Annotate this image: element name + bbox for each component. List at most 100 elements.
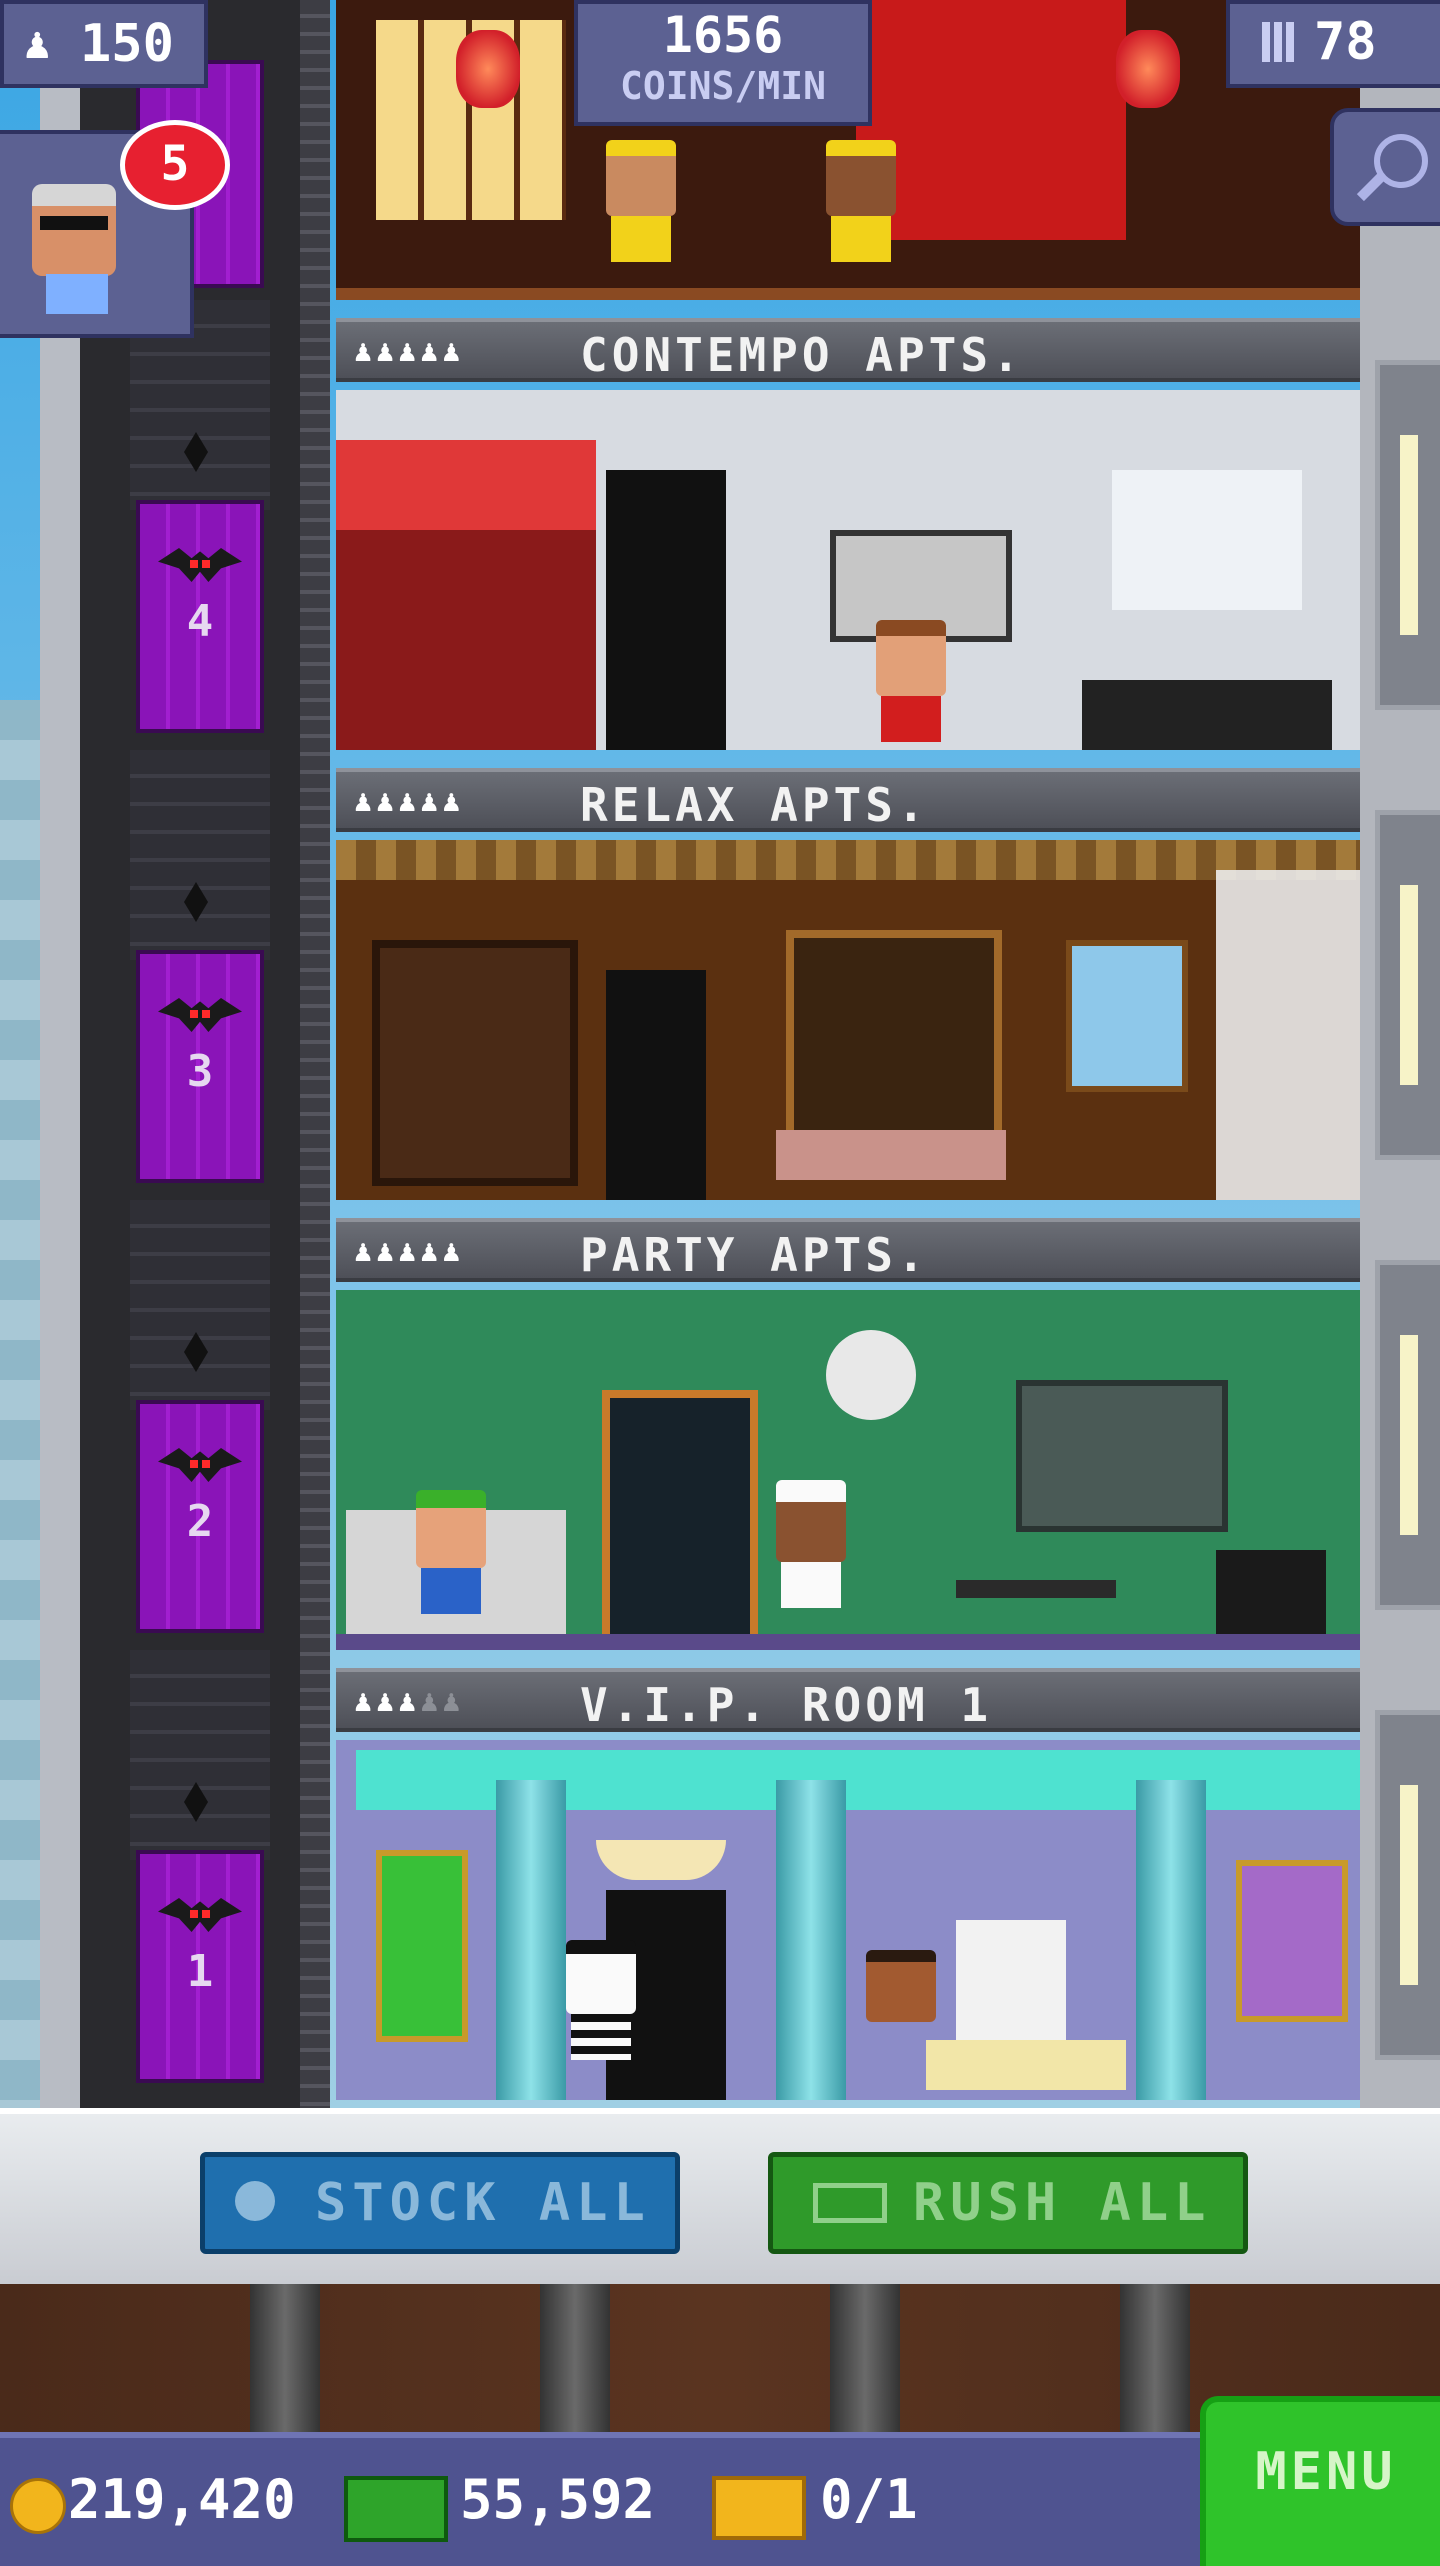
- bat-eye: [202, 1910, 210, 1918]
- curtain: [1216, 870, 1360, 1200]
- floor-counter[interactable]: 78: [1226, 0, 1440, 88]
- floor-trim: [336, 1634, 1360, 1650]
- bat-eye: [202, 1010, 210, 1018]
- shaft-rail: [300, 0, 330, 2110]
- wall-panel: [336, 530, 596, 750]
- visitor-avatar: [32, 184, 116, 276]
- menu-button[interactable]: MENU: [1200, 2396, 1440, 2566]
- population-value: 150: [80, 14, 174, 74]
- floor-name: RELAX APTS.: [580, 778, 929, 832]
- search-button[interactable]: [1330, 108, 1440, 226]
- tv: [1016, 1380, 1228, 1532]
- painting: [1236, 1860, 1348, 2022]
- window: [1066, 940, 1188, 1092]
- visitor-count-badge: 5: [120, 120, 230, 210]
- resident-character[interactable]: [566, 1940, 636, 2060]
- floor-vip-room[interactable]: [336, 1740, 1360, 2100]
- lantern-icon: [1116, 30, 1180, 108]
- bux-icon: [344, 2476, 448, 2542]
- floor-label-vip[interactable]: ♟♟♟♟♟ V.I.P. ROOM 1: [336, 1668, 1360, 1732]
- stock-all-label: STOCK ALL: [315, 2173, 651, 2233]
- elevator-car-floor-4[interactable]: 4: [136, 500, 264, 733]
- floor-name: PARTY APTS.: [580, 1228, 929, 1282]
- painting: [376, 1850, 468, 2042]
- bux-value: 55,592: [460, 2468, 656, 2531]
- bed: [776, 1130, 1006, 1180]
- tickets-value: 0/1: [820, 2468, 918, 2531]
- action-bar: STOCK ALL RUSH ALL: [0, 2108, 1440, 2290]
- magnifier-handle: [1356, 172, 1386, 202]
- bat-icon: [158, 548, 242, 582]
- tower-window: [1375, 1710, 1440, 2060]
- dragon-tapestry: [856, 0, 1126, 240]
- bat-eye: [190, 1460, 198, 1468]
- statue-pedestal: [926, 2040, 1126, 2090]
- rush-all-label: RUSH ALL: [913, 2173, 1212, 2233]
- bat-eye: [202, 1460, 210, 1468]
- shelf: [1112, 470, 1302, 610]
- lobby-pillar: [830, 2284, 900, 2440]
- floor-label-party[interactable]: ♟♟♟♟♟ PARTY APTS.: [336, 1218, 1360, 1282]
- coins-per-min-unit: COINS/MIN: [620, 64, 826, 108]
- resident-character[interactable]: [606, 140, 676, 262]
- floor-trim: [336, 288, 1360, 300]
- red-panel: [336, 440, 596, 530]
- shaft-wall-segment: [130, 1200, 270, 1410]
- resident-character[interactable]: [866, 1950, 936, 2022]
- building-icon: [1262, 22, 1298, 62]
- tower-window: [1375, 810, 1440, 1160]
- sunglasses-icon: [40, 216, 108, 230]
- dj-deck: [1216, 1550, 1326, 1640]
- coin-rate-display: 1656 COINS/MIN: [574, 0, 872, 126]
- floor-label-relax[interactable]: ♟♟♟♟♟ RELAX APTS.: [336, 768, 1360, 832]
- resident-character[interactable]: [416, 1490, 486, 1614]
- elevator-car-floor-1[interactable]: 1: [136, 1850, 264, 2083]
- star-rating: ♟♟♟♟♟: [354, 784, 465, 819]
- chandelier-icon: [596, 1840, 726, 1880]
- resident-character[interactable]: [876, 620, 946, 742]
- floor-name: CONTEMPO APTS.: [580, 328, 1024, 382]
- shaft-wall-segment: [130, 1650, 270, 1860]
- bat-eye: [190, 560, 198, 568]
- tower-window: [1375, 360, 1440, 710]
- elevator-floor-number: 4: [186, 596, 214, 647]
- bat-eye: [190, 1010, 198, 1018]
- shaft-wall-segment: [130, 750, 270, 960]
- shoji-cabinet: [372, 940, 578, 1186]
- lobby-pillar: [1120, 2284, 1190, 2440]
- coin-icon: [10, 2478, 66, 2534]
- tower-window: [1375, 1260, 1440, 1610]
- carved-headboard: [786, 930, 1002, 1146]
- bat-icon: [158, 1448, 242, 1482]
- floor-label-contempo[interactable]: ♟♟♟♟♟ CONTEMPO APTS.: [336, 318, 1360, 382]
- lobby-pillar: [250, 2284, 320, 2440]
- bat-eye: [202, 560, 210, 568]
- rush-all-button[interactable]: RUSH ALL: [768, 2152, 1248, 2254]
- lantern-icon: [456, 30, 520, 108]
- bux-icon: [813, 2183, 887, 2223]
- coins-value: 219,420: [68, 2468, 296, 2531]
- elevator-car-floor-3[interactable]: 3: [136, 950, 264, 1183]
- table: [956, 1580, 1116, 1598]
- resident-character[interactable]: [776, 1480, 846, 1608]
- visitor-shirt: [46, 274, 108, 314]
- elevator-floor-number: 2: [186, 1496, 214, 1547]
- lobby-pillar: [540, 2284, 610, 2440]
- bat-icon: [158, 998, 242, 1032]
- star-rating: ♟♟♟♟♟: [354, 1684, 465, 1719]
- disco-ball-icon: [826, 1330, 916, 1420]
- star-rating: ♟♟♟♟♟: [354, 334, 465, 369]
- star-rating: ♟♟♟♟♟: [354, 1234, 465, 1269]
- elevator-car-floor-2[interactable]: 2: [136, 1400, 264, 1633]
- resident-character[interactable]: [826, 140, 896, 262]
- population-icon: ♟: [24, 18, 51, 69]
- population-counter[interactable]: ♟ 150: [0, 0, 208, 88]
- floor-party-apts[interactable]: [336, 1290, 1360, 1650]
- doorway: [602, 1390, 758, 1650]
- stock-all-button[interactable]: STOCK ALL: [200, 2152, 680, 2254]
- horse-statue-icon: [956, 1920, 1066, 2040]
- elevator-floor-number: 1: [186, 1946, 214, 1997]
- column: [1136, 1780, 1206, 2100]
- floor-contempo-apts[interactable]: [336, 390, 1360, 750]
- floor-relax-apts[interactable]: [336, 840, 1360, 1200]
